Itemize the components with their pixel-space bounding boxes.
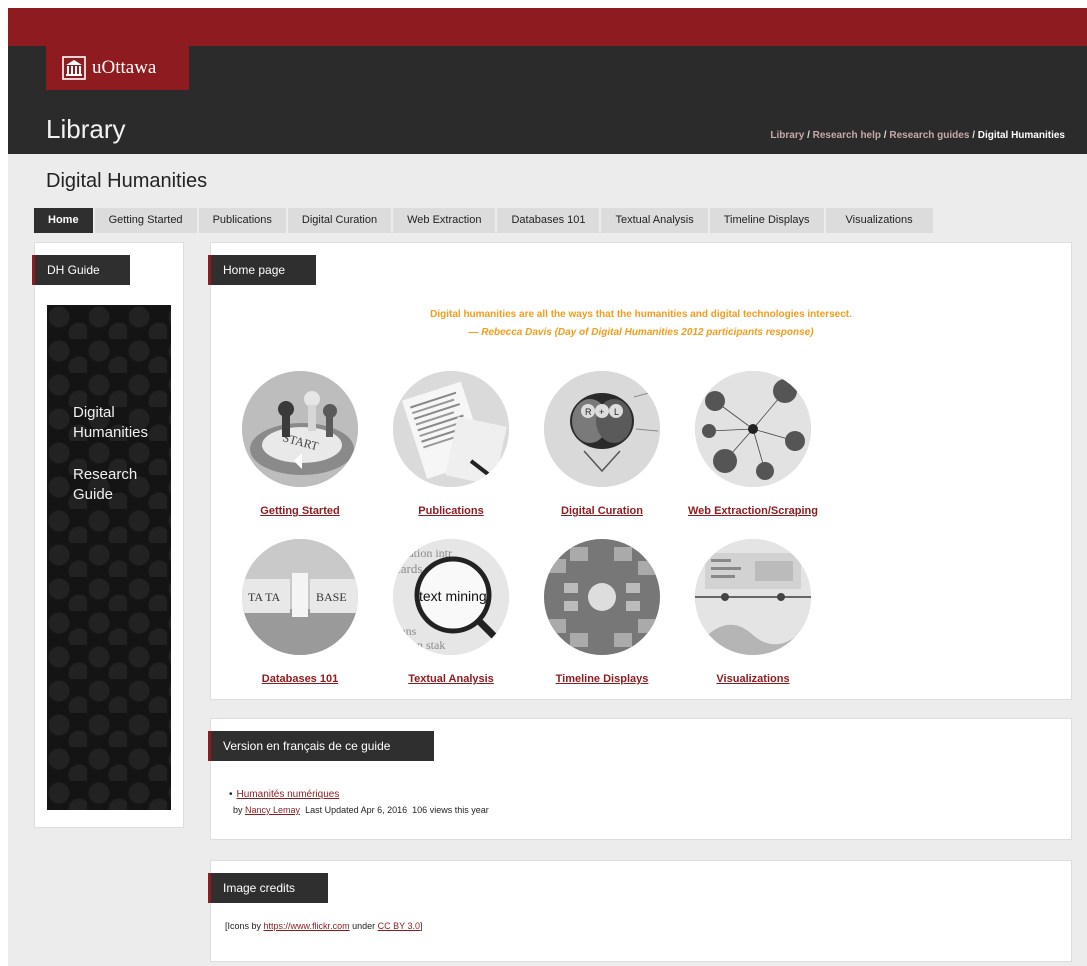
french-version-heading: Version en français de ce guide [208,731,434,761]
tab-textual-analysis[interactable]: Textual Analysis [601,208,708,233]
last-updated: Last Updated Apr 6, 2016 [305,805,408,815]
databases-101-link[interactable]: Databases 101 [225,673,375,685]
breadcrumb-library[interactable]: Library [770,130,804,141]
svg-text:L: L [614,407,619,417]
french-guide-list: • Humanités numériques [229,789,339,800]
flickr-link[interactable]: https://www.flickr.com [264,921,350,931]
license-link[interactable]: CC BY 3.0 [378,921,420,931]
image-credits-heading: Image credits [208,873,328,903]
svg-text:TA TA: TA TA [248,590,281,604]
breadcrumb-research-guides[interactable]: Research guides [889,130,969,141]
sidebar: DH Guide Digital Humanities Research Gui… [32,242,184,828]
digital-curation-link[interactable]: Digital Curation [527,505,677,517]
textual-analysis-link[interactable]: Textual Analysis [376,673,526,685]
guide-tabs: Home Getting Started Publications Digita… [34,208,935,233]
tile-databases-101: TA TA BASE Databases 101 [225,539,375,685]
tile-textual-analysis: mation intr cards tions ation stak text … [376,539,526,685]
tab-home[interactable]: Home [34,208,93,233]
page: uOttawa Library Library / Research help … [8,8,1087,966]
svg-text:cards: cards [395,561,422,576]
breadcrumb-research-help[interactable]: Research help [813,130,881,141]
uottawa-logo[interactable]: uOttawa [46,46,189,90]
tile-publications: Publications [376,371,526,517]
french-guide-meta: by Nancy Lemay Last Updated Apr 6, 2016 … [233,805,489,815]
tab-web-extraction[interactable]: Web Extraction [393,208,496,233]
publications-image[interactable] [393,371,509,487]
tile-visualizations: Visualizations [678,539,828,685]
banner-line: Guide [73,486,114,503]
timeline-displays-link[interactable]: Timeline Displays [527,673,677,685]
library-title[interactable]: Library [46,114,125,145]
svg-text:BASE: BASE [316,590,347,604]
bullet: • [229,789,233,800]
svg-text:tions: tions [393,624,417,638]
web-extraction-link[interactable]: Web Extraction/Scraping [678,505,828,517]
svg-text:+: + [599,407,604,417]
tile-timeline-displays: Timeline Displays [527,539,677,685]
banner-line: Humanities [73,424,149,441]
credits-prefix: [Icons by [225,921,262,931]
tab-timeline-displays[interactable]: Timeline Displays [709,208,824,233]
logo-text: uOttawa [92,57,157,78]
tab-publications[interactable]: Publications [198,208,286,233]
svg-text:ation stak: ation stak [399,638,445,652]
by-label: by [233,805,243,815]
publications-link[interactable]: Publications [376,505,526,517]
textual-analysis-image[interactable]: mation intr cards tions ation stak text … [393,539,509,655]
tab-databases-101[interactable]: Databases 101 [497,208,600,233]
home-panel: Home page Digital humanities are all the… [208,242,1072,700]
visualizations-image[interactable] [695,539,811,655]
home-heading: Home page [208,255,316,285]
quote-attribution: — Rebecca Davis (Day of Digital Humaniti… [468,327,814,338]
french-guide-link[interactable]: Humanités numériques [237,789,340,800]
breadcrumb-current: Digital Humanities [977,130,1065,141]
svg-text:R: R [585,407,592,417]
credits-text: [Icons by https://www.flickr.com under C… [225,921,423,931]
views-count: 106 views this year [412,805,489,815]
banner-line: Digital [73,404,115,421]
building-icon [62,56,86,80]
visualizations-link[interactable]: Visualizations [678,673,828,685]
breadcrumb: Library / Research help / Research guide… [770,130,1065,141]
credits-middle: under [352,921,376,931]
credits-suffix: ] [420,921,423,931]
author-link[interactable]: Nancy Lemay [245,805,300,815]
databases-image[interactable]: TA TA BASE [242,539,358,655]
french-version-panel: Version en français de ce guide • Humanit… [208,718,1072,840]
tab-digital-curation[interactable]: Digital Curation [287,208,392,233]
top-banner [8,8,1087,46]
banner-line: Research [73,466,138,483]
image-credits-panel: Image credits [Icons by https://www.flic… [208,860,1072,962]
svg-text:text mining: text mining [419,588,487,604]
quote-text: Digital humanities are all the ways that… [430,309,852,320]
digital-curation-image[interactable]: R + L [544,371,660,487]
web-extraction-image[interactable] [695,371,811,487]
timeline-displays-image[interactable] [544,539,660,655]
tile-getting-started: START Getting Started [225,371,375,517]
getting-started-image[interactable]: START [242,371,358,487]
page-title: Digital Humanities [46,170,208,192]
tile-web-extraction: Web Extraction/Scraping [678,371,828,517]
tab-visualizations[interactable]: Visualizations [825,208,933,233]
sidebar-heading: DH Guide [32,255,130,285]
guide-banner-image: Digital Humanities Research Guide [47,305,171,810]
getting-started-link[interactable]: Getting Started [225,505,375,517]
tab-getting-started[interactable]: Getting Started [94,208,197,233]
tile-digital-curation: R + L Digital Curation [527,371,677,517]
